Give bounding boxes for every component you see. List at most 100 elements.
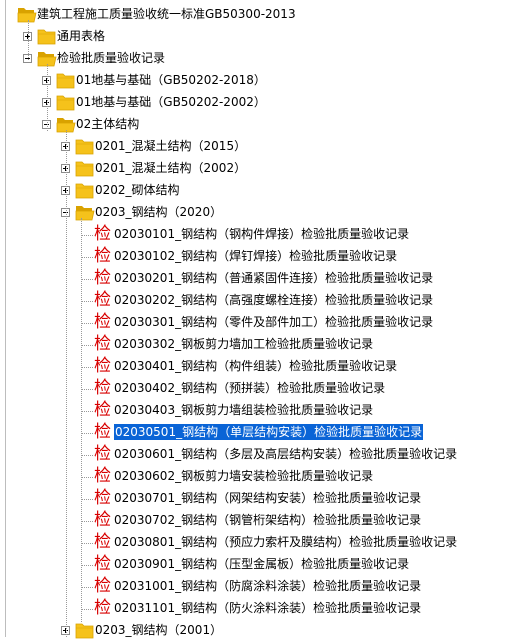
inspection-form-icon: 检 (94, 290, 111, 310)
tree-node-label: 0201_混凝土结构（2002） (95, 161, 247, 175)
tree-connector (81, 323, 93, 324)
inspection-form-icon: 检 (94, 224, 111, 244)
tree-connector (81, 521, 93, 522)
tree-connector (81, 565, 93, 566)
inspection-form-icon: 检 (94, 422, 111, 442)
folder-open-icon (17, 6, 37, 23)
tree-node-label: 检验批质量验收记录 (57, 51, 166, 65)
tree-leaf-document[interactable]: 检 02030602_钢板剪力墙安装检验批质量验收记录 (0, 466, 525, 488)
tree-leaf-document[interactable]: 检 02030801_钢结构（预应力索杆及膜结构）检验批质量验收记录 (0, 532, 525, 554)
tree-connector (81, 499, 93, 500)
tree-leaf-label: 02030602_钢板剪力墙安装检验批质量验收记录 (114, 469, 374, 483)
tree-leaf-document[interactable]: 检 02030403_钢板剪力墙组装检验批质量验收记录 (0, 400, 525, 422)
tree-leaf-document[interactable]: 检 02030201_钢结构（普通紧固件连接）检验批质量验收记录 (0, 268, 525, 290)
tree-leaf-label: 02030601_钢结构（多层及高层结构安装）检验批质量验收记录 (114, 447, 458, 461)
folder-icon (56, 94, 76, 111)
tree-node-label: 建筑工程施工质量验收统一标准GB50300-2013 (37, 7, 296, 21)
tree-leaf-document[interactable]: 检 02030301_钢结构（零件及部件加工）检验批质量验收记录 (0, 312, 525, 334)
tree-connector (81, 235, 93, 236)
folder-icon (75, 622, 95, 639)
inspection-form-icon: 检 (94, 268, 111, 288)
folder-icon (75, 182, 95, 199)
tree-node-main-structure[interactable]: 02主体结构 (0, 114, 525, 136)
tree-connector (81, 301, 93, 302)
tree-connector (81, 433, 93, 434)
tree-node-concrete-2015[interactable]: 0201_混凝土结构（2015） (0, 136, 525, 158)
tree-leaf-label: 02030302_钢板剪力墙加工检验批质量验收记录 (114, 337, 374, 351)
tree-leaf-label: 02030702_钢结构（钢管桁架结构）检验批质量验收记录 (114, 513, 422, 527)
tree-leaf-label: 02030901_钢结构（压型金属板）检验批质量验收记录 (114, 557, 410, 571)
tree-connector (81, 279, 93, 280)
tree-leaf-document[interactable]: 检 02030701_钢结构（网架结构安装）检验批质量验收记录 (0, 488, 525, 510)
tree-connector (81, 477, 93, 478)
tree-node-label: 0202_砌体结构 (95, 183, 180, 197)
tree-leaf-document[interactable]: 检 02030401_钢结构（构件组装）检验批质量验收记录 (0, 356, 525, 378)
tree-leaf-document[interactable]: 检 02030202_钢结构（高强度螺栓连接）检验批质量验收记录 (0, 290, 525, 312)
tree-node-foundation-2002[interactable]: 01地基与基础（GB50202-2002） (0, 92, 525, 114)
inspection-form-icon: 检 (94, 466, 111, 486)
tree-node-concrete-2002[interactable]: 0201_混凝土结构（2002） (0, 158, 525, 180)
inspection-form-icon: 检 (94, 444, 111, 464)
tree-leaf-document[interactable]: 检 02030101_钢结构（钢构件焊接）检验批质量验收记录 (0, 224, 525, 246)
tree-leaf-document[interactable]: 检 02031001_钢结构（防腐涂料涂装）检验批质量验收记录 (0, 576, 525, 598)
tree-connector (66, 130, 67, 637)
inspection-form-icon: 检 (94, 532, 111, 552)
tree-leaf-label: 02031101_钢结构（防火涂料涂装）检验批质量验收记录 (114, 601, 422, 615)
tree-leaf-document[interactable]: 检 02030901_钢结构（压型金属板）检验批质量验收记录 (0, 554, 525, 576)
inspection-form-icon: 检 (94, 246, 111, 266)
inspection-form-icon: 检 (94, 510, 111, 530)
tree-node-foundation-2018[interactable]: 01地基与基础（GB50202-2018） (0, 70, 525, 92)
tree-leaf-label: 02030201_钢结构（普通紧固件连接）检验批质量验收记录 (114, 271, 434, 285)
tree-node-batch[interactable]: 检验批质量验收记录 (0, 48, 525, 70)
tree-node-label: 通用表格 (57, 29, 106, 43)
tree-leaf-label-selected: 02030501_钢结构（单层结构安装）检验批质量验收记录 (112, 423, 425, 441)
tree-connector (81, 587, 93, 588)
tree-leaf-label: 02030402_钢结构（预拼装）检验批质量验收记录 (114, 381, 386, 395)
tree-node-steel-2001[interactable]: 0203_钢结构（2001） (0, 620, 525, 642)
folder-icon (56, 72, 76, 89)
folder-icon (37, 28, 57, 45)
tree-leaf-label: 02030301_钢结构（零件及部件加工）检验批质量验收记录 (114, 315, 434, 329)
tree-leaf-label: 02030102_钢结构（焊钉焊接）检验批质量验收记录 (114, 249, 398, 263)
tree-node-steel-2020[interactable]: 0203_钢结构（2020） (0, 202, 525, 224)
tree-leaf-document[interactable]: 检 02030501_钢结构（单层结构安装）检验批质量验收记录 (0, 422, 525, 444)
tree-node-label: 0203_钢结构（2001） (95, 623, 223, 637)
tree-leaf-document[interactable]: 检 02030702_钢结构（钢管桁架结构）检验批质量验收记录 (0, 510, 525, 532)
inspection-form-icon: 检 (94, 378, 111, 398)
tree-connector (81, 257, 93, 258)
tree-leaf-document[interactable]: 检 02030302_钢板剪力墙加工检验批质量验收记录 (0, 334, 525, 356)
folder-icon (75, 138, 95, 155)
tree-leaf-document[interactable]: 检 02031101_钢结构（防火涂料涂装）检验批质量验收记录 (0, 598, 525, 620)
inspection-form-icon: 检 (94, 356, 111, 376)
inspection-form-icon: 检 (94, 598, 111, 618)
tree-node-label: 0201_混凝土结构（2015） (95, 139, 247, 153)
tree-leaf-label: 02030202_钢结构（高强度螺栓连接）检验批质量验收记录 (114, 293, 434, 307)
tree-connector (81, 411, 93, 412)
tree-connector (81, 345, 93, 346)
tree-node-general[interactable]: 通用表格 (0, 26, 525, 48)
tree-node-label: 0203_钢结构（2020） (95, 205, 223, 219)
tree-leaf-label: 02031001_钢结构（防腐涂料涂装）检验批质量验收记录 (114, 579, 422, 593)
tree-connector (81, 543, 93, 544)
tree-connector (81, 609, 93, 610)
tree-connector (81, 389, 93, 390)
tree-leaf-label: 02030403_钢板剪力墙组装检验批质量验收记录 (114, 403, 374, 417)
inspection-form-icon: 检 (94, 334, 111, 354)
inspection-form-icon: 检 (94, 554, 111, 574)
tree-leaf-document[interactable]: 检 02030102_钢结构（焊钉焊接）检验批质量验收记录 (0, 246, 525, 268)
tree-node-root[interactable]: 建筑工程施工质量验收统一标准GB50300-2013 (0, 4, 525, 26)
tree-node-label: 02主体结构 (76, 117, 140, 131)
tree-connector (47, 64, 48, 131)
tree-leaf-label: 02030801_钢结构（预应力索杆及膜结构）检验批质量验收记录 (114, 535, 458, 549)
folder-icon (75, 160, 95, 177)
tree-leaf-label: 02030401_钢结构（构件组装）检验批质量验收记录 (114, 359, 398, 373)
inspection-form-icon: 检 (94, 400, 111, 420)
tree-leaf-document[interactable]: 检 02030402_钢结构（预拼装）检验批质量验收记录 (0, 378, 525, 400)
tree-node-masonry[interactable]: 0202_砌体结构 (0, 180, 525, 202)
tree-leaf-document[interactable]: 检 02030601_钢结构（多层及高层结构安装）检验批质量验收记录 (0, 444, 525, 466)
tree-leaf-label: 02030701_钢结构（网架结构安装）检验批质量验收记录 (114, 491, 422, 505)
tree-connector (81, 218, 82, 622)
tree-connector (81, 455, 93, 456)
inspection-form-icon: 检 (94, 488, 111, 508)
tree-view[interactable]: 建筑工程施工质量验收统一标准GB50300-2013 通用表格检验批质量验收记录 0… (0, 0, 525, 639)
